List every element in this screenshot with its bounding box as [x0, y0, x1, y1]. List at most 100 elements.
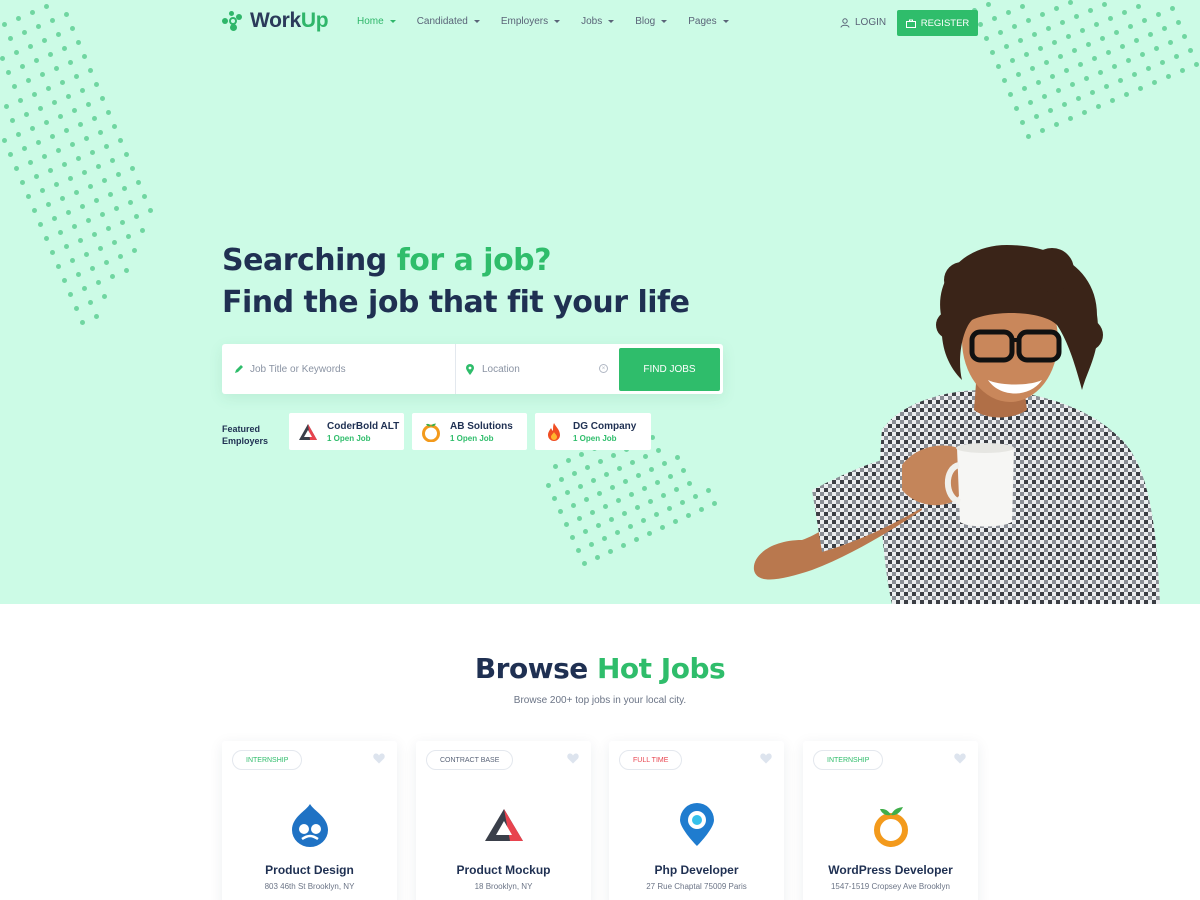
nav-item-jobs[interactable]: Jobs [581, 16, 615, 27]
decorative-dot [38, 222, 43, 227]
hero-section: WorkUp Home Candidated Employers Jobs Bl… [0, 0, 1200, 604]
decorative-dot [1160, 60, 1165, 65]
decorative-dot [20, 180, 25, 185]
decorative-dot [62, 162, 67, 167]
decorative-dot [12, 84, 17, 89]
decorative-dot [58, 230, 63, 235]
nav-item-home[interactable]: Home [357, 16, 396, 27]
decorative-dot [90, 266, 95, 271]
decorative-dot [577, 516, 582, 521]
decorative-dot [22, 146, 27, 151]
decorative-dot [553, 464, 558, 469]
decorative-dot [1010, 58, 1015, 63]
job-title: Product Mockup [456, 863, 551, 877]
decorative-dot [42, 154, 47, 159]
main-menu: Home Candidated Employers Jobs Blog Page… [357, 16, 750, 27]
decorative-dot [114, 206, 119, 211]
decorative-dot [64, 128, 69, 133]
nav-item-employers[interactable]: Employers [501, 16, 561, 27]
decorative-dot [82, 170, 87, 175]
decorative-dot [1016, 72, 1021, 77]
decorative-dot [673, 519, 678, 524]
nav-item-blog[interactable]: Blog [635, 16, 668, 27]
job-type-badge: INTERNSHIP [232, 750, 303, 770]
decorative-dot [124, 268, 129, 273]
decorative-dot [142, 194, 147, 199]
decorative-dot [1070, 82, 1075, 87]
decorative-dot [680, 500, 685, 505]
briefcase-icon [905, 19, 916, 28]
decorative-dot [1038, 46, 1043, 51]
keyword-input[interactable]: Job Title or Keywords [234, 344, 456, 394]
nav-item-pages[interactable]: Pages [688, 16, 729, 27]
job-address: 1547-1519 Cropsey Ave Brooklyn [830, 882, 951, 891]
clear-location-icon[interactable]: × [599, 364, 608, 373]
decorative-dot [0, 56, 5, 61]
decorative-dot [96, 164, 101, 169]
decorative-dot [110, 274, 115, 279]
heart-icon[interactable] [567, 753, 579, 764]
decorative-dot [674, 487, 679, 492]
decorative-dot [610, 485, 615, 490]
decorative-dot [1118, 78, 1123, 83]
job-card[interactable]: INTERNSHIP Product Design 803 46th St Br… [222, 741, 397, 900]
featured-employer-card[interactable]: AB Solutions 1 Open Job [412, 413, 527, 450]
decorative-dot [1048, 108, 1053, 113]
decorative-dot [64, 244, 69, 249]
chevron-down-icon [389, 20, 396, 23]
decorative-dot [572, 471, 577, 476]
hero-headline: Searching for a job? Find the job that f… [222, 240, 690, 324]
decorative-dot [88, 184, 93, 189]
decorative-dot [80, 204, 85, 209]
find-jobs-button[interactable]: FIND JOBS [619, 348, 720, 391]
nav-item-candidated[interactable]: Candidated [417, 16, 480, 27]
decorative-dot [46, 202, 51, 207]
decorative-dot [50, 250, 55, 255]
job-card[interactable]: FULL TIME Php Developer 27 Rue Chaptal 7… [609, 741, 784, 900]
job-card[interactable]: CONTRACT BASE Product Mockup 18 Brooklyn… [416, 741, 591, 900]
decorative-dot [24, 112, 29, 117]
decorative-dot [615, 530, 620, 535]
decorative-dot [66, 94, 71, 99]
login-link[interactable]: LOGIN [840, 17, 886, 28]
decorative-dot [681, 468, 686, 473]
decorative-dot [1002, 78, 1007, 83]
decorative-dot [1152, 80, 1157, 85]
decorative-dot [132, 248, 137, 253]
decorative-dot [1050, 74, 1055, 79]
decorative-dot [1024, 52, 1029, 57]
decorative-dot [110, 158, 115, 163]
register-button[interactable]: REGISTER [897, 10, 978, 36]
decorative-dot [60, 196, 65, 201]
heart-icon[interactable] [760, 753, 772, 764]
decorative-dot [675, 455, 680, 460]
decorative-dot [629, 492, 634, 497]
decorative-dot [126, 234, 131, 239]
heart-icon[interactable] [373, 753, 385, 764]
location-pin-icon [466, 363, 474, 375]
job-card[interactable]: INTERNSHIP WordPress Developer 1547-1519… [803, 741, 978, 900]
decorative-dot [1106, 50, 1111, 55]
decorative-dot [1078, 62, 1083, 67]
decorative-dot [1068, 116, 1073, 121]
decorative-dot [558, 509, 563, 514]
decorative-dot [1008, 92, 1013, 97]
decorative-dot [699, 507, 704, 512]
decorative-dot [136, 180, 141, 185]
decorative-dot [118, 254, 123, 259]
drupal-logo-icon [292, 804, 328, 847]
job-type-badge: FULL TIME [619, 750, 683, 770]
logo[interactable]: WorkUp [222, 9, 329, 33]
location-placeholder: Location [482, 363, 520, 375]
chevron-down-icon [473, 20, 480, 23]
featured-employer-card[interactable]: DG Company 1 Open Job [535, 413, 651, 450]
decorative-dot [14, 166, 19, 171]
decorative-dot [48, 168, 53, 173]
decorative-dot [38, 106, 43, 111]
heart-icon[interactable] [954, 753, 966, 764]
featured-employer-card[interactable]: CoderBold ALT 1 Open Job [289, 413, 404, 450]
decorative-dot [94, 314, 99, 319]
location-input[interactable]: Location [466, 344, 610, 394]
decorative-dot [1096, 104, 1101, 109]
decorative-dot [712, 501, 717, 506]
